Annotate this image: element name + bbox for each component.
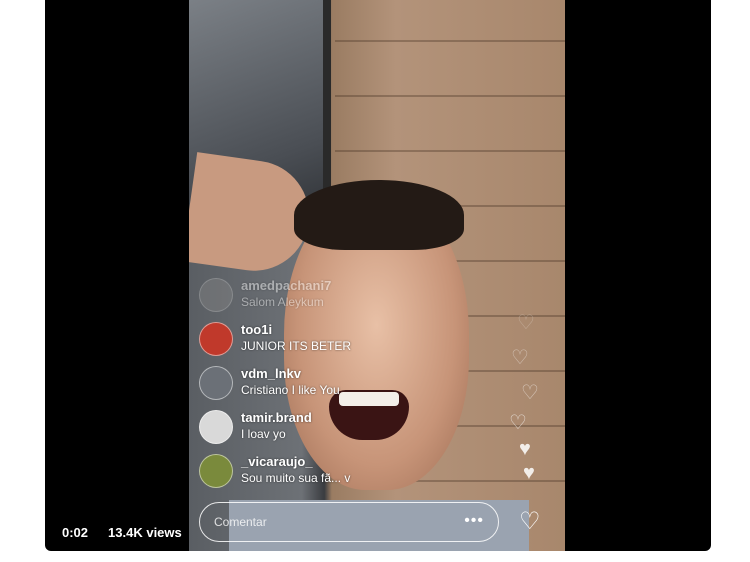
live-comments: amedpachani7 Salom Aleykum too1i JUNIOR … <box>199 278 439 498</box>
wall-plank <box>335 150 565 152</box>
comment-username[interactable]: amedpachani7 <box>241 278 331 294</box>
comment-message: Cristiano I like You <box>241 383 340 397</box>
avatar[interactable] <box>199 454 233 488</box>
comment-item: too1i JUNIOR ITS BETER <box>199 322 439 366</box>
comment-placeholder: Comentar <box>214 515 267 529</box>
comment-item: _vicaraujo_ Sou muito sua fã... v <box>199 454 439 498</box>
window-frame <box>323 0 331 210</box>
comment-item: amedpachani7 Salom Aleykum <box>199 278 439 322</box>
avatar[interactable] <box>199 322 233 356</box>
comment-username[interactable]: vdm_lnkv <box>241 366 340 382</box>
heart-icon: ♥ <box>519 438 531 460</box>
floating-hearts: ♡ ♡ ♡ ♡ ♥ ♥ <box>507 310 547 490</box>
comment-message: Sou muito sua fã... v <box>241 471 351 485</box>
comment-message: JUNIOR ITS BETER <box>241 339 352 353</box>
heart-icon[interactable]: ♡ <box>519 508 541 536</box>
heart-icon: ♡ <box>511 347 529 369</box>
comment-message: Salom Aleykum <box>241 295 324 309</box>
avatar[interactable] <box>199 410 233 444</box>
views-badge: 13.4K views <box>101 520 189 545</box>
avatar[interactable] <box>199 278 233 312</box>
live-video-frame: amedpachani7 Salom Aleykum too1i JUNIOR … <box>189 0 565 551</box>
video-badges: 0:02 13.4K views <box>55 520 195 545</box>
heart-icon: ♡ <box>509 412 527 434</box>
comment-item: tamir.brand I loav yo <box>199 410 439 454</box>
comment-item: vdm_lnkv Cristiano I like You <box>199 366 439 410</box>
comment-username[interactable]: _vicaraujo_ <box>241 454 350 470</box>
heart-icon: ♡ <box>517 312 535 334</box>
comment-username[interactable]: tamir.brand <box>241 410 312 426</box>
heart-icon: ♡ <box>521 382 539 404</box>
heart-icon: ♥ <box>523 462 535 484</box>
wall-plank <box>335 40 565 42</box>
comment-message: I loav yo <box>241 427 286 441</box>
hair <box>294 180 464 250</box>
wall-plank <box>335 95 565 97</box>
comment-input[interactable]: Comentar ••• <box>199 502 499 542</box>
avatar[interactable] <box>199 366 233 400</box>
video-player[interactable]: amedpachani7 Salom Aleykum too1i JUNIOR … <box>45 0 711 551</box>
comment-username[interactable]: too1i <box>241 322 351 338</box>
more-icon[interactable]: ••• <box>464 512 484 530</box>
time-badge: 0:02 <box>55 520 96 545</box>
